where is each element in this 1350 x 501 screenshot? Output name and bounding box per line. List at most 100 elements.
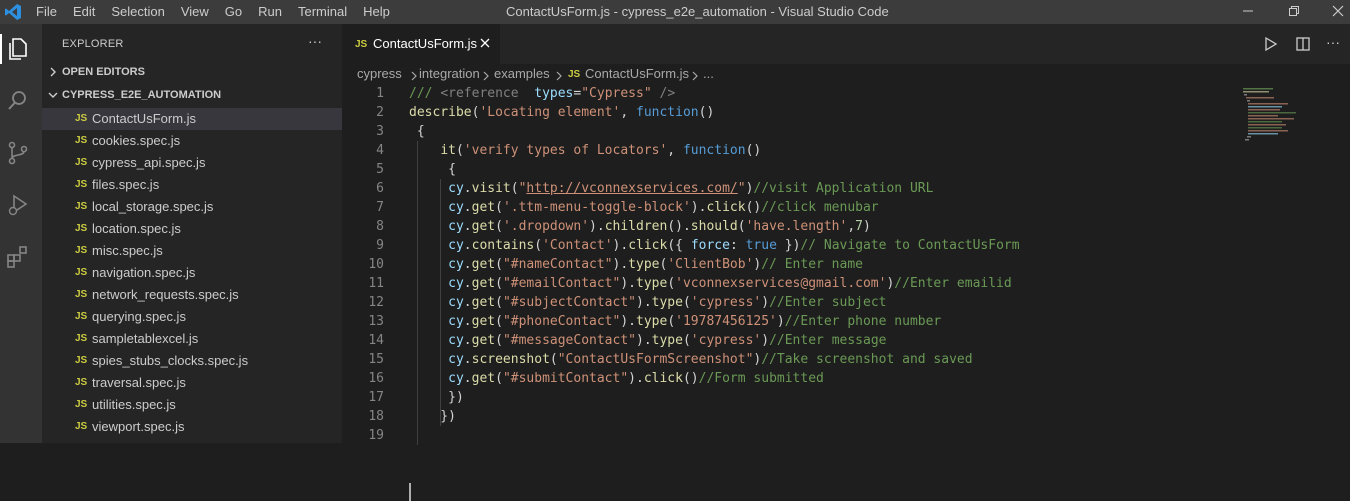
file-item[interactable]: JS cookies.spec.js <box>42 130 342 152</box>
breadcrumb-item[interactable]: examples <box>494 66 550 81</box>
code-editor[interactable]: 19 18 }) 17 }) 16 cy.get("#submitContact").… <box>342 84 1242 501</box>
open-editors-section[interactable]: OPEN EDITORS <box>42 61 342 83</box>
code-token: type <box>636 314 668 329</box>
code-token: ) <box>863 219 871 234</box>
code-token: screenshot <box>471 352 550 367</box>
window-title: ContactUsForm.js - cypress_e2e_automatio… <box>506 4 889 19</box>
code-token: "#submitContact" <box>502 371 629 386</box>
line-number: 13 <box>368 314 384 329</box>
code-token: "#emailContact" <box>502 276 621 291</box>
breadcrumb-item[interactable]: integration <box>419 66 480 81</box>
code-line: 1 /// <reference types="Cypress" /> <box>342 84 1242 103</box>
code-line: 12 cy.get("#subjectContact").type('cypre… <box>342 293 1242 312</box>
file-item[interactable]: JS cypress_api.spec.js <box>42 152 342 174</box>
file-item[interactable]: JS navigation.spec.js <box>42 262 342 284</box>
file-item[interactable]: JS spies_stubs_clocks.spec.js <box>42 350 342 372</box>
code-token: (). <box>667 219 691 234</box>
file-item[interactable]: JS local_storage.spec.js <box>42 196 342 218</box>
project-section[interactable]: CYPRESS_E2E_AUTOMATION <box>42 84 342 106</box>
explorer-icon[interactable] <box>5 36 31 62</box>
code-line: 13 cy.get("#phoneContact").type('1978745… <box>342 312 1242 331</box>
code-token: () <box>682 371 699 386</box>
code-token: //Form submitted <box>698 371 824 386</box>
file-item[interactable]: JS sampletablexcel.js <box>42 328 342 350</box>
file-item[interactable]: JS utilities.spec.js <box>42 394 342 416</box>
file-item[interactable]: JS ContactUsForm.js <box>42 108 342 130</box>
code-text: cy.get("#nameContact").type('ClientBob')… <box>409 255 863 274</box>
code-token: //visit Application URL <box>753 181 934 196</box>
run-icon[interactable] <box>1263 36 1279 52</box>
code-token: cy <box>448 276 464 291</box>
code-token: . <box>463 371 472 386</box>
code-token: //Take screenshot and saved <box>761 352 973 367</box>
menu-edit[interactable]: Edit <box>73 4 95 19</box>
js-file-icon: JS <box>75 399 88 410</box>
menu-view[interactable]: View <box>181 4 209 19</box>
chevron-right-icon <box>411 71 417 81</box>
open-editors-label: OPEN EDITORS <box>62 66 145 78</box>
code-token: { <box>409 124 425 139</box>
file-item[interactable]: JS viewport.spec.js <box>42 416 342 438</box>
line-number: 9 <box>376 238 384 253</box>
menu-terminal[interactable]: Terminal <box>298 4 347 19</box>
menu-selection[interactable]: Selection <box>111 4 164 19</box>
tab-bar: JS ContactUsForm.js ··· <box>342 24 1350 64</box>
file-item[interactable]: JS network_requests.spec.js <box>42 284 342 306</box>
minimap[interactable] <box>1240 86 1340 146</box>
breadcrumb-item[interactable]: ContactUsForm.js <box>585 66 689 81</box>
run-debug-icon[interactable] <box>5 192 31 218</box>
restore-icon[interactable] <box>1284 2 1304 22</box>
text-cursor <box>409 483 411 501</box>
file-item[interactable]: JS traversal.spec.js <box>42 372 342 394</box>
search-icon[interactable] <box>5 88 31 114</box>
editor-more-actions[interactable]: ··· <box>1326 34 1340 50</box>
extensions-icon[interactable] <box>5 244 31 270</box>
js-file-icon: JS <box>75 135 88 146</box>
menu-help[interactable]: Help <box>363 4 390 19</box>
chevron-right-icon <box>556 71 562 81</box>
code-text: it('verify types of Locators', function(… <box>409 141 761 160</box>
explorer-sidebar: EXPLORER ··· OPEN EDITORS CYPRESS_E2E_AU… <box>42 24 342 443</box>
code-token: //click menubar <box>761 200 879 215</box>
code-token: cy <box>448 314 464 329</box>
file-item[interactable]: JS location.spec.js <box>42 218 342 240</box>
explorer-more-actions[interactable]: ··· <box>308 33 322 49</box>
code-token: ). <box>636 295 652 310</box>
code-line: 17 }) <box>342 388 1242 407</box>
minimize-icon[interactable] <box>1238 2 1258 22</box>
file-item[interactable]: JS files.spec.js <box>42 174 342 196</box>
breadcrumb-item[interactable]: ... <box>703 66 714 81</box>
js-file-icon: JS <box>75 267 88 278</box>
menu-go[interactable]: Go <box>225 4 242 19</box>
close-window-icon[interactable] <box>1328 2 1348 22</box>
js-file-icon: JS <box>75 113 88 124</box>
menu-run[interactable]: Run <box>258 4 282 19</box>
menu-file[interactable]: File <box>36 4 57 19</box>
code-token: '19787456125' <box>675 314 777 329</box>
code-token: ) <box>761 295 770 310</box>
code-token: ). <box>620 276 636 291</box>
js-file-icon: JS <box>75 289 88 300</box>
file-item[interactable]: JS misc.spec.js <box>42 240 342 262</box>
activity-bar <box>0 24 42 443</box>
tab-contactusform[interactable]: JS ContactUsForm.js <box>342 24 500 64</box>
code-token: . <box>463 238 472 253</box>
source-control-icon[interactable] <box>5 140 31 166</box>
close-tab-icon[interactable] <box>478 36 492 50</box>
code-token: click <box>643 371 683 386</box>
code-token: 'cypress' <box>690 295 762 310</box>
code-token: }) <box>776 238 801 253</box>
code-token: . <box>463 276 472 291</box>
split-editor-icon[interactable] <box>1295 36 1311 52</box>
code-token: 'have.length' <box>745 219 848 234</box>
code-token: get <box>471 219 496 234</box>
code-token: // Enter name <box>761 257 863 272</box>
breadcrumb-item[interactable]: cypress <box>357 66 402 81</box>
code-token: ). <box>628 371 644 386</box>
code-token: "#messageContact" <box>502 333 636 348</box>
file-item[interactable]: JS querying.spec.js <box>42 306 342 328</box>
